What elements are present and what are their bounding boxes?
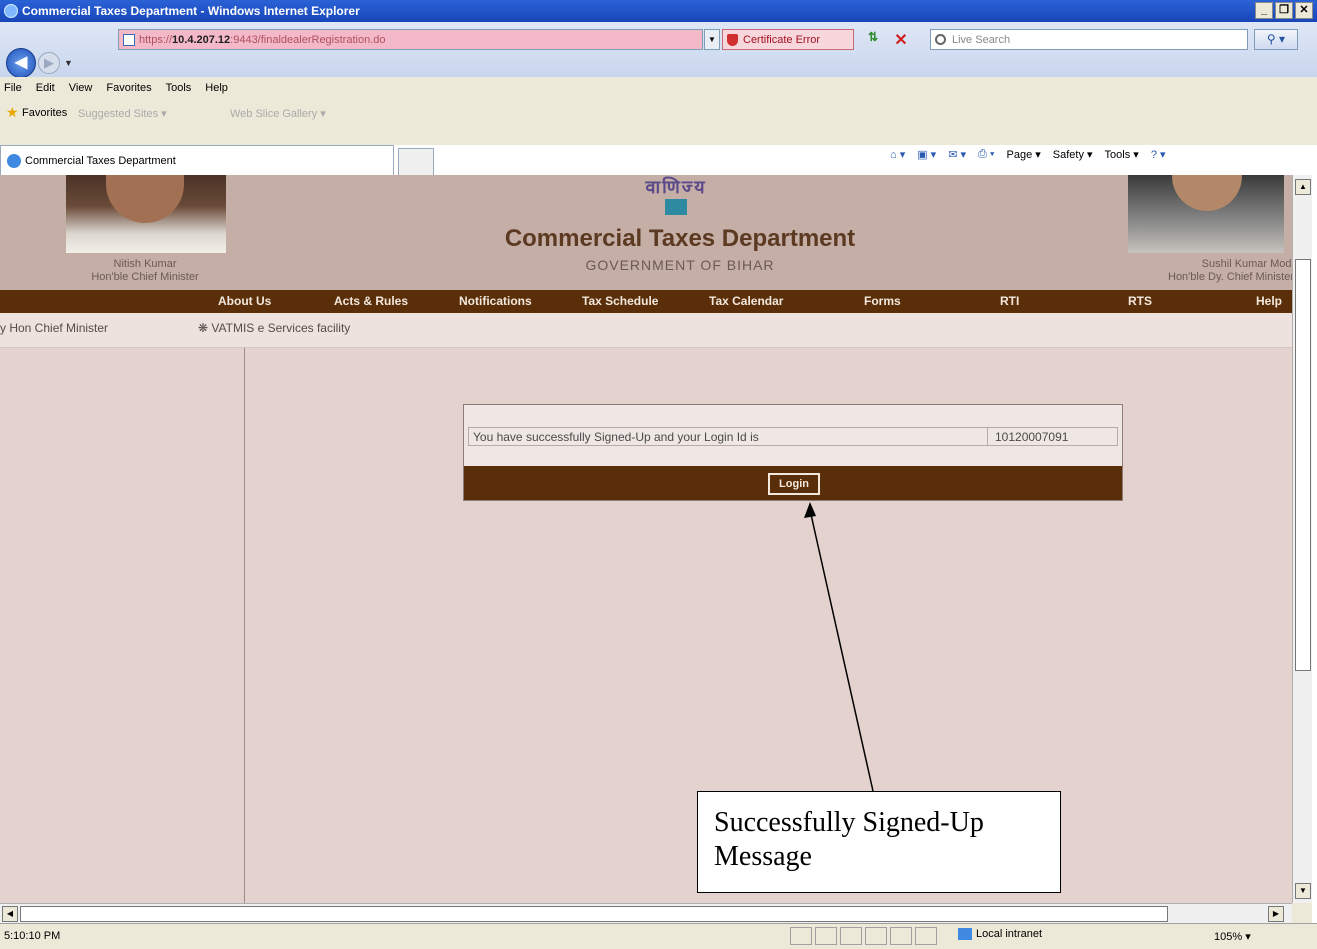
address-dropdown-button[interactable]: ▼ xyxy=(704,29,720,50)
command-bar: ⌂ ▾ ▣ ▾ ✉ ▾ ⎙ ▾ Page ▾ Safety ▾ Tools ▾ … xyxy=(890,148,1166,161)
safety-menu[interactable]: Safety ▾ xyxy=(1053,148,1093,161)
menu-tools[interactable]: Tools xyxy=(166,82,192,94)
status-bar: 5:10:10 PM Local intranet 105% ▾ xyxy=(0,923,1317,949)
tab-ie-icon xyxy=(7,153,21,168)
refresh-button[interactable]: ⇅ xyxy=(862,30,884,50)
shield-icon xyxy=(727,33,738,46)
tools-menu[interactable]: Tools ▾ xyxy=(1105,148,1139,161)
security-zone[interactable]: Local intranet xyxy=(958,928,1042,940)
menu-help[interactable]: Help xyxy=(205,82,228,94)
callout-box: Successfully Signed-Up Message xyxy=(697,791,1061,893)
window-controls: _ ❐ ✕ xyxy=(1255,2,1313,19)
vertical-scroll-thumb[interactable] xyxy=(1295,259,1311,671)
feeds-icon[interactable]: ▣ ▾ xyxy=(917,148,936,161)
forward-button[interactable]: ▶ xyxy=(38,52,60,74)
address-url: https://10.4.207.12:9443/finaldealerRegi… xyxy=(139,33,386,46)
scroll-left-icon[interactable]: ◀ xyxy=(2,906,18,922)
horizontal-scroll-thumb[interactable] xyxy=(20,906,1168,922)
scroll-corner xyxy=(1292,903,1312,923)
page-viewport: Nitish Kumar Hon'ble Chief Minister वाणि… xyxy=(0,175,1292,903)
menu-edit[interactable]: Edit xyxy=(36,82,55,94)
web-slice-gallery-link[interactable]: Web Slice Gallery ▾ xyxy=(230,107,326,120)
search-button[interactable]: ⚲ ▾ xyxy=(1254,29,1298,50)
certificate-error-button[interactable]: Certificate Error xyxy=(722,29,854,50)
menu-view[interactable]: View xyxy=(69,82,93,94)
window-title: Commercial Taxes Department - Windows In… xyxy=(22,4,360,18)
close-button[interactable]: ✕ xyxy=(1295,2,1313,19)
page-menu[interactable]: Page ▾ xyxy=(1007,148,1041,161)
menu-bar: File Edit View Favorites Tools Help xyxy=(0,77,1317,99)
page-icon xyxy=(123,33,135,46)
callout-arrow xyxy=(804,502,874,792)
horizontal-scrollbar[interactable]: ◀ ▶ xyxy=(0,903,1292,923)
scroll-up-icon[interactable]: ▲ xyxy=(1295,179,1311,195)
new-tab-button[interactable] xyxy=(398,148,434,175)
address-bar[interactable]: https://10.4.207.12:9443/finaldealerRegi… xyxy=(118,29,703,50)
help-icon[interactable]: ? ▾ xyxy=(1151,148,1166,161)
favorites-bar: ★ Favorites Suggested Sites ▾ Web Slice … xyxy=(0,99,1317,145)
maximize-button[interactable]: ❐ xyxy=(1275,2,1293,19)
favorites-star-icon: ★ xyxy=(6,104,19,120)
history-dropdown-icon[interactable]: ▼ xyxy=(64,58,73,68)
minimize-button[interactable]: _ xyxy=(1255,2,1273,19)
intranet-icon xyxy=(958,928,972,940)
mail-icon[interactable]: ✉ ▾ xyxy=(948,148,966,161)
scroll-down-icon[interactable]: ▼ xyxy=(1295,883,1311,899)
suggested-sites-link[interactable]: Suggested Sites ▾ xyxy=(78,107,167,120)
back-button[interactable]: ◀ xyxy=(6,48,36,78)
scroll-right-icon[interactable]: ▶ xyxy=(1268,906,1284,922)
window-titlebar: Commercial Taxes Department - Windows In… xyxy=(0,0,1317,22)
zoom-control[interactable]: 105% ▾ xyxy=(1214,930,1251,943)
status-panes xyxy=(790,927,937,945)
vertical-scrollbar[interactable]: ▲ ▼ xyxy=(1292,175,1312,903)
ie-icon xyxy=(4,4,18,18)
favorites-button[interactable]: Favorites xyxy=(22,107,67,119)
home-icon[interactable]: ⌂ ▾ xyxy=(890,148,905,161)
tab-label: Commercial Taxes Department xyxy=(25,154,176,167)
browser-tab[interactable]: Commercial Taxes Department xyxy=(0,145,394,175)
menu-favorites[interactable]: Favorites xyxy=(106,82,151,94)
zone-label: Local intranet xyxy=(976,928,1043,940)
print-icon[interactable]: ⎙ ▾ xyxy=(978,148,994,161)
search-input[interactable]: Live Search xyxy=(930,29,1248,50)
search-icon xyxy=(935,34,946,45)
stop-button[interactable]: ✕ xyxy=(890,30,912,50)
status-text: 5:10:10 PM xyxy=(4,930,61,942)
menu-file[interactable]: File xyxy=(4,82,22,94)
search-placeholder: Live Search xyxy=(952,33,1011,46)
certificate-error-label: Certificate Error xyxy=(743,33,821,46)
